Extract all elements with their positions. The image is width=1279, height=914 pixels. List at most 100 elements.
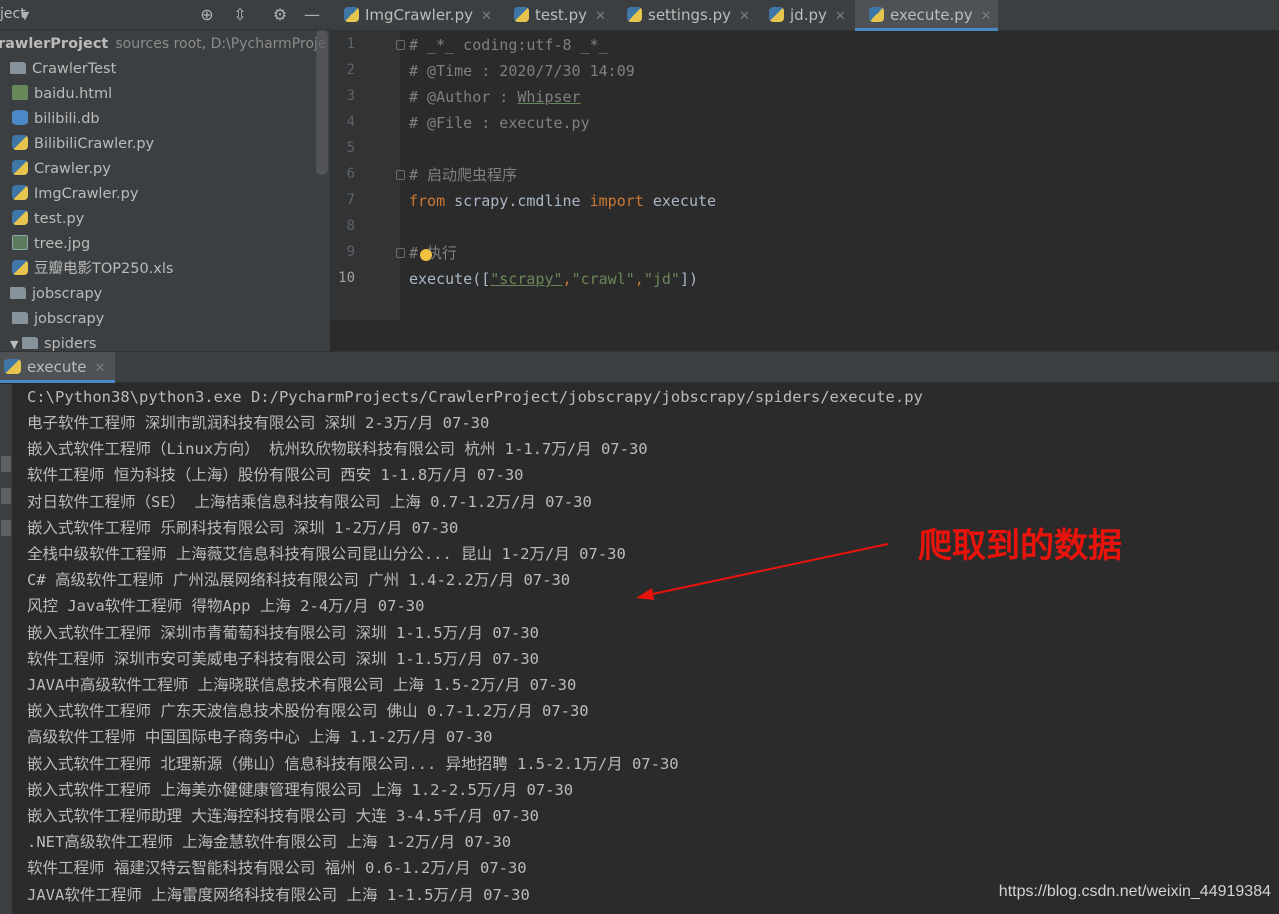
console-output-line: 嵌入式软件工程师 上海美亦健健康管理有限公司 上海 1.2-2.5万/月 07-…: [27, 780, 574, 799]
db-file-icon: [12, 110, 28, 125]
tree-item-label: BilibiliCrawler.py: [34, 136, 155, 152]
code-token: # _*_ coding:utf-8 _*_: [409, 36, 608, 54]
code-token: Whipser: [517, 88, 581, 106]
tree-item[interactable]: bilibili.db: [12, 107, 328, 132]
editor-tab[interactable]: test.py ✕: [500, 0, 613, 31]
watermark-url: https://blog.csdn.net/weixin_44919384: [998, 883, 1271, 900]
fold-marker-icon[interactable]: [396, 248, 405, 258]
code-token: "scrapy": [490, 270, 563, 288]
html-file-icon: [12, 85, 28, 100]
collapse-all-icon[interactable]: ⇳: [229, 4, 251, 26]
close-icon[interactable]: ✕: [481, 9, 492, 24]
python-file-icon: [344, 7, 359, 22]
editor-tab-label: test.py: [535, 6, 587, 24]
tree-item[interactable]: test.py: [12, 207, 328, 232]
stop-icon[interactable]: [1, 488, 11, 504]
line-number-gutter: 1 2 3 4 5 6 7 8 9 10: [330, 31, 405, 320]
console-output-line: 电子软件工程师 深圳市凯润科技有限公司 深圳 2-3万/月 07-30: [27, 414, 490, 432]
project-scrollbar[interactable]: [316, 30, 328, 175]
editor-tab[interactable]: ImgCrawler.py ✕: [330, 0, 500, 31]
code-line: execute(["scrapy","crawl","jd"]): [409, 266, 698, 292]
lightbulb-icon[interactable]: [420, 249, 432, 261]
folder-file-icon: [10, 287, 26, 299]
run-tab-execute[interactable]: execute ✕: [0, 352, 116, 383]
console-output-line: 软件工程师 深圳市安可美威电子科技有限公司 深圳 1-1.5万/月 07-30: [27, 649, 539, 668]
tree-item[interactable]: jobscrapy: [12, 307, 328, 332]
line-number: 10: [338, 270, 355, 286]
editor-tab[interactable]: jd.py ✕: [755, 0, 855, 31]
editor-tab[interactable]: settings.py ✕: [613, 0, 755, 31]
tree-item[interactable]: rawlerProject sources root, D:\PycharmPro…: [0, 32, 327, 57]
tree-item-label: baidu.html: [34, 86, 113, 102]
gear-icon[interactable]: ⚙: [269, 4, 291, 26]
line-number: 8: [346, 218, 355, 234]
editor-tab-label: settings.py: [648, 6, 731, 24]
tree-item[interactable]: ▼ spiders: [10, 332, 330, 351]
tree-item[interactable]: BilibiliCrawler.py: [12, 132, 328, 157]
close-icon[interactable]: ✕: [739, 9, 750, 24]
minimize-icon[interactable]: —: [301, 4, 323, 26]
line-number: 1: [346, 36, 355, 52]
console-output-line: 嵌入式软件工程师 广东天波信息技术股份有限公司 佛山 0.7-1.2万/月 07…: [27, 702, 589, 721]
code-token: # @File : execute.py: [409, 114, 590, 132]
editor-tab-label: jd.py: [790, 6, 827, 24]
fold-marker-icon[interactable]: [396, 170, 405, 180]
chevron-down-icon[interactable]: ▼: [14, 5, 36, 27]
console-output-line: 嵌入式软件工程师（Linux方向） 杭州玖欣物联科技有限公司 杭州 1-1.7万…: [27, 440, 648, 459]
locate-target-icon[interactable]: ⊕: [196, 4, 218, 26]
code-token: # 执行: [409, 244, 458, 262]
code-line: # 执行: [409, 240, 457, 266]
tree-item-sublabel: sources root, D:\PycharmProje: [115, 36, 327, 52]
console-output[interactable]: C:\Python38\python3.exe D:/PycharmProjec…: [12, 384, 1279, 914]
python-file-icon: [869, 7, 884, 22]
code-token: # @Time : 2020/7/30 14:09: [409, 62, 635, 80]
tree-item[interactable]: tree.jpg: [12, 232, 328, 257]
wrap-icon[interactable]: [1, 520, 11, 536]
run-tab-label: execute: [27, 358, 87, 376]
tree-item[interactable]: Crawler.py: [12, 157, 328, 182]
code-line: from scrapy.cmdline import execute: [409, 188, 716, 214]
line-number: 7: [346, 192, 355, 208]
editor-tab-label: ImgCrawler.py: [365, 6, 474, 24]
code-token: execute: [643, 192, 717, 210]
code-editor[interactable]: 1 2 3 4 5 6 7 8 9 10 # _*_ coding:utf-8 _*_ # @Tim…: [330, 31, 1279, 320]
project-panel-header: ject ▼ ⊕ ⇳ ⚙ —: [0, 0, 330, 30]
close-icon[interactable]: ✕: [94, 361, 105, 376]
close-icon[interactable]: ✕: [595, 9, 606, 24]
code-token: # 启动爬虫程序: [409, 166, 518, 184]
close-icon[interactable]: ✕: [981, 9, 992, 24]
close-icon[interactable]: ✕: [835, 9, 846, 24]
console-output-line: JAVA软件工程师 上海雷度网络科技有限公司 上海 1-1.5万/月 07-30: [27, 885, 530, 904]
python-file-icon: [4, 359, 21, 374]
console-output-line: 嵌入式软件工程师 乐刷科技有限公司 深圳 1-2万/月 07-30: [27, 518, 459, 537]
console-output-line: 软件工程师 福建汉特云智能科技有限公司 福州 0.6-1.2万/月 07-30: [27, 859, 527, 878]
folder-file-icon: [10, 62, 26, 74]
img-file-icon: [12, 235, 28, 250]
rerun-icon[interactable]: [1, 456, 11, 472]
tree-item[interactable]: 豆瓣电影TOP250.xls: [12, 257, 328, 282]
py-file-icon: [12, 185, 28, 200]
line-number: 9: [346, 244, 355, 260]
python-file-icon: [514, 7, 529, 22]
tree-item[interactable]: jobscrapy: [10, 282, 326, 307]
console-output-line: .NET高级软件工程师 上海金慧软件有限公司 上海 1-2万/月 07-30: [27, 833, 512, 852]
tree-item-label: rawlerProject: [0, 36, 109, 52]
editor-tab-bar: ImgCrawler.py ✕ test.py ✕ settings.py ✕ jd.py ✕…: [330, 0, 1279, 31]
code-line: # @File : execute.py: [409, 110, 590, 136]
tree-item[interactable]: baidu.html: [12, 82, 328, 107]
console-command-line: C:\Python38\python3.exe D:/PycharmProjec…: [27, 388, 923, 406]
code-token: # @Author :: [409, 88, 518, 106]
code-line: # _*_ coding:utf-8 _*_: [409, 32, 608, 58]
line-number: 2: [346, 62, 355, 78]
run-toolbar: [0, 384, 12, 914]
tree-item-label: CrawlerTest: [32, 61, 117, 77]
console-output-line: 嵌入式软件工程师 北理新源（佛山）信息科技有限公司... 异地招聘 1.5-2.…: [27, 754, 679, 773]
tree-item[interactable]: ImgCrawler.py: [12, 182, 328, 207]
py-file-icon: [12, 135, 28, 150]
xls-file-icon: [12, 260, 28, 275]
tree-item[interactable]: CrawlerTest: [10, 57, 326, 82]
run-panel-header: execute ✕: [0, 351, 1279, 383]
editor-tab[interactable]: execute.py ✕: [855, 0, 998, 31]
fold-marker-icon[interactable]: [396, 40, 405, 50]
expand-arrow-icon[interactable]: ▼: [10, 338, 22, 351]
